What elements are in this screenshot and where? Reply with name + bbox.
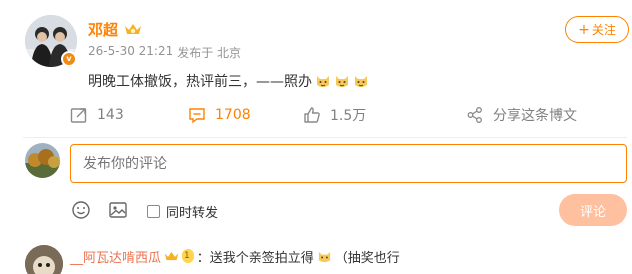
submit-comment-label: 评论 (579, 204, 606, 220)
commenter-avatar[interactable] (25, 245, 63, 274)
comment-count: 1708 (215, 107, 251, 123)
comment-input[interactable] (70, 144, 627, 183)
post-timestamp[interactable]: 26-5-30 21:21 (88, 44, 173, 61)
thumbs-up-icon (304, 107, 320, 123)
repost-button[interactable]: 143 (70, 100, 124, 130)
author-name[interactable]: 邓超 (88, 19, 118, 40)
emoji-icon[interactable] (71, 200, 91, 220)
checkbox-box[interactable] (147, 205, 160, 218)
share-label: 分享这条博文 (493, 108, 577, 124)
repost-checkbox-label: 同时转发 (166, 206, 219, 221)
repost-checkbox[interactable]: 同时转发 (147, 202, 218, 221)
repost-count: 143 (97, 107, 124, 123)
doge-emoji-icon (317, 76, 329, 87)
crown-icon (125, 24, 142, 34)
level-value: 1 (184, 251, 190, 261)
divider (23, 137, 627, 138)
doge-emoji-icon (336, 76, 348, 87)
comment-icon (189, 108, 205, 124)
submit-comment-button[interactable]: 评论 (559, 194, 627, 226)
doge-emoji-icon (355, 76, 367, 87)
commenter-name[interactable]: __阿瓦达啃西瓜 (70, 247, 161, 266)
my-avatar (25, 143, 60, 178)
comment-button[interactable]: 1708 (188, 100, 251, 130)
like-count: 1.5万 (330, 108, 367, 124)
comment-text: ：送我个亲签拍立得 (196, 250, 314, 266)
post-text: 明晚工体撤饭，热评前三，——照办 (88, 74, 312, 90)
follow-button[interactable]: + 关注 (565, 16, 629, 43)
share-icon (467, 107, 482, 123)
doge-emoji-icon (318, 251, 330, 262)
follow-label: 关注 (591, 23, 616, 37)
like-button[interactable]: 1.5万 (303, 100, 366, 130)
crown-icon (164, 251, 179, 261)
plus-icon: + (578, 21, 590, 38)
repost-icon (70, 108, 87, 123)
post-source: 发布于 北京 (177, 46, 242, 60)
level-badge: 1 (182, 249, 194, 263)
image-icon[interactable] (108, 200, 128, 220)
comment-text-suffix: （抽奖也行 (334, 250, 400, 266)
verified-badge-icon: v (61, 51, 77, 67)
share-button[interactable]: 分享这条博文 (466, 100, 577, 130)
